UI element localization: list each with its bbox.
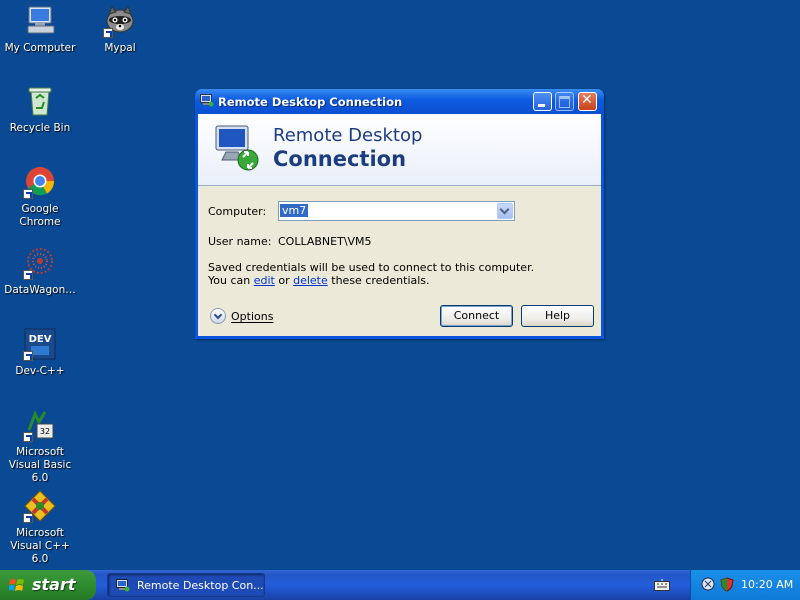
info-prefix: You can bbox=[208, 274, 251, 287]
delete-credentials-link[interactable]: delete bbox=[293, 274, 328, 287]
desktop-icon-label: DataWagon… bbox=[4, 284, 76, 296]
desktop-icon-datawagon[interactable]: DataWagon… bbox=[0, 246, 80, 297]
connect-button[interactable]: Connect bbox=[440, 305, 513, 327]
shortcut-arrow-icon bbox=[23, 189, 33, 199]
my-computer-icon bbox=[23, 4, 57, 38]
credentials-info-line2: You can edit or delete these credentials… bbox=[208, 274, 430, 287]
remote-desktop-icon bbox=[116, 579, 130, 592]
windows-logo-icon bbox=[8, 578, 25, 593]
credentials-info-line1: Saved credentials will be used to connec… bbox=[208, 261, 535, 274]
desktop-icon-visual-cpp[interactable]: Microsoft Visual C++ 6.0 bbox=[0, 489, 80, 566]
system-tray: 10:20 AM bbox=[690, 570, 800, 600]
shortcut-arrow-icon bbox=[23, 351, 33, 361]
mypal-raccoon-icon bbox=[103, 4, 137, 38]
window-title: Remote Desktop Connection bbox=[218, 95, 403, 109]
help-button[interactable]: Help bbox=[521, 305, 594, 327]
dialog-banner: Remote Desktop Connection bbox=[198, 114, 601, 186]
desktop-icon-visual-basic[interactable]: 32 Microsoft Visual Basic 6.0 bbox=[0, 408, 80, 485]
maximize-button[interactable] bbox=[555, 92, 574, 111]
remote-desktop-icon bbox=[200, 94, 214, 107]
desktop-icon-label: Mypal bbox=[104, 42, 136, 54]
info-suffix: these credentials. bbox=[331, 274, 430, 287]
desktop-icon-my-computer[interactable]: My Computer bbox=[0, 4, 80, 55]
computer-input[interactable]: vm7 bbox=[280, 204, 309, 217]
desktop-icon-label: Google Chrome bbox=[19, 203, 61, 228]
desktop-icon-label: Dev-C++ bbox=[15, 365, 65, 377]
recycle-bin-icon bbox=[23, 84, 57, 118]
visual-basic-icon: 32 bbox=[23, 408, 57, 442]
desktop-icon-label: My Computer bbox=[4, 42, 76, 54]
options-label: Options bbox=[231, 310, 274, 323]
desktop-icon-recycle-bin[interactable]: Recycle Bin bbox=[0, 84, 80, 135]
desktop-icon-google-chrome[interactable]: Google Chrome bbox=[0, 165, 80, 229]
svg-text:DEV: DEV bbox=[29, 334, 52, 345]
remote-desktop-window: Remote Desktop Connection ✕ Remote Deskt… bbox=[195, 89, 604, 339]
shortcut-arrow-icon bbox=[23, 513, 33, 523]
banner-title-line1: Remote Desktop bbox=[273, 125, 423, 146]
datawagon-icon bbox=[23, 246, 57, 280]
username-label: User name: bbox=[208, 235, 272, 248]
desktop-icon-label: Recycle Bin bbox=[9, 122, 71, 134]
desktop-icon-label: Microsoft Visual Basic 6.0 bbox=[8, 446, 72, 484]
visual-cpp-icon bbox=[23, 489, 57, 523]
info-or: or bbox=[278, 274, 290, 287]
expand-options-icon bbox=[210, 308, 226, 324]
chevron-down-icon bbox=[499, 204, 510, 215]
dev-cpp-icon: DEV bbox=[23, 327, 57, 361]
chrome-icon bbox=[23, 165, 57, 199]
security-shield-icon[interactable] bbox=[719, 577, 735, 592]
start-button[interactable]: start bbox=[0, 570, 96, 600]
network-tray-icon[interactable] bbox=[701, 577, 715, 592]
dialog-body: Remote Desktop Connection Computer: vm7 … bbox=[198, 114, 601, 336]
start-label: start bbox=[32, 575, 76, 594]
keyboard-language-icon[interactable] bbox=[654, 579, 670, 591]
minimize-button[interactable] bbox=[533, 92, 552, 111]
taskbar: start Remote Desktop Con... 10:20 AM bbox=[0, 570, 800, 600]
taskbar-item-label: Remote Desktop Con... bbox=[137, 579, 264, 592]
shortcut-arrow-icon bbox=[23, 270, 33, 280]
remote-desktop-banner-icon bbox=[212, 124, 262, 174]
desktop-icon-label: Microsoft Visual C++ 6.0 bbox=[10, 527, 70, 565]
close-icon: ✕ bbox=[581, 92, 593, 108]
title-bar[interactable]: Remote Desktop Connection ✕ bbox=[195, 89, 604, 114]
svg-text:32: 32 bbox=[40, 427, 50, 436]
close-button[interactable]: ✕ bbox=[578, 92, 597, 111]
taskbar-item-remote-desktop[interactable]: Remote Desktop Con... bbox=[107, 573, 265, 597]
clock[interactable]: 10:20 AM bbox=[741, 578, 793, 591]
username-value: COLLABNET\VM5 bbox=[278, 235, 372, 248]
desktop-icon-mypal[interactable]: Mypal bbox=[80, 4, 160, 55]
maximize-icon bbox=[559, 96, 570, 108]
banner-title-line2: Connection bbox=[273, 147, 407, 171]
minimize-icon bbox=[538, 104, 545, 107]
edit-credentials-link[interactable]: edit bbox=[254, 274, 275, 287]
computer-label: Computer: bbox=[208, 205, 267, 218]
shortcut-arrow-icon bbox=[103, 28, 113, 38]
shortcut-arrow-icon bbox=[23, 432, 33, 442]
computer-combobox[interactable]: vm7 bbox=[278, 201, 515, 221]
desktop-icon-dev-cpp[interactable]: DEV Dev-C++ bbox=[0, 327, 80, 378]
dropdown-button[interactable] bbox=[497, 203, 513, 219]
